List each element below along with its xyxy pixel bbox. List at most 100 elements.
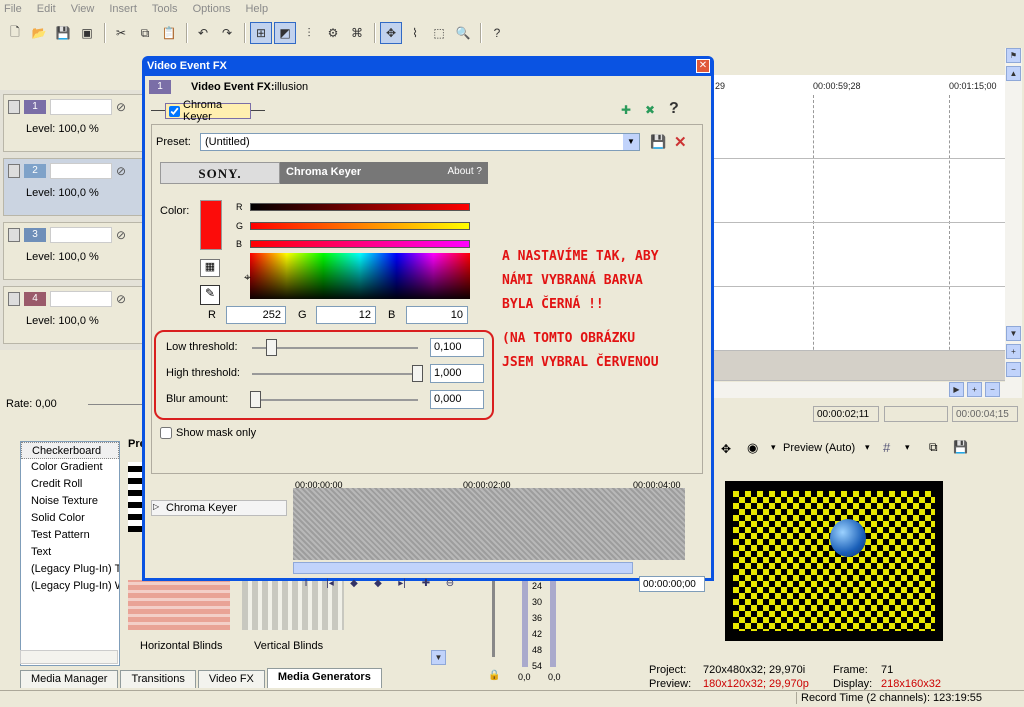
rate-slider[interactable] [88, 404, 148, 405]
preset-dropdown[interactable]: (Untitled) ▼ [200, 133, 640, 151]
track-lane[interactable] [713, 223, 1007, 287]
last-keyframe-icon[interactable]: ▸| [391, 578, 413, 592]
close-icon[interactable]: ✕ [696, 59, 710, 73]
remove-plugin-icon[interactable]: ✖ [645, 103, 655, 117]
cut-icon[interactable]: ✂ [110, 22, 132, 44]
zoom-in-horizontal-icon[interactable]: + [967, 382, 982, 397]
zoom-out-icon[interactable]: − [1006, 362, 1021, 377]
split-screen-icon[interactable]: ✥ [721, 442, 731, 456]
save-preset-icon[interactable]: 💾 [650, 134, 666, 150]
list-item[interactable]: Text [21, 544, 119, 561]
green-channel-slider[interactable] [250, 222, 470, 230]
mute-icon[interactable]: ⊘ [116, 292, 126, 306]
color-palette-icon[interactable]: ▦ [200, 259, 220, 277]
track-name-field[interactable] [50, 227, 112, 243]
envelope-tool-icon[interactable]: ⌇ [404, 22, 426, 44]
plugin-chain-icon[interactable]: ✚ [621, 103, 631, 117]
auto-crossfade-icon[interactable]: ◩ [274, 22, 296, 44]
track-expand-icon[interactable] [8, 292, 20, 306]
lock-icon[interactable]: 🔒 [488, 670, 500, 681]
menu-edit[interactable]: Edit [37, 3, 56, 15]
generator-list[interactable]: Checkerboard Color Gradient Credit Roll … [20, 441, 120, 666]
whats-this-help-icon[interactable]: ? [486, 22, 508, 44]
track-header[interactable]: 1 ⊘ Level: 100,0 % [3, 94, 143, 152]
tab-media-manager[interactable]: Media Manager [20, 670, 119, 688]
save-as-icon[interactable]: ▣ [76, 22, 98, 44]
low-threshold-field[interactable]: 0,100 [430, 338, 484, 357]
mute-icon[interactable]: ⊘ [116, 100, 126, 114]
keyframe-lane[interactable] [293, 488, 685, 560]
overlays-icon[interactable]: ◉ [747, 440, 758, 456]
tab-media-generators[interactable]: Media Generators [266, 668, 382, 688]
vertical-scrollbar[interactable]: ⚑ ▲ ▼ + − [1005, 48, 1022, 398]
redo-icon[interactable]: ↷ [216, 22, 238, 44]
show-mask-checkbox[interactable] [160, 427, 172, 439]
sync-cursor-icon[interactable]: I [295, 578, 317, 592]
delete-keyframe-icon[interactable]: ⊖ [439, 578, 461, 592]
about-link[interactable]: About ? [448, 166, 482, 180]
add-keyframe-icon[interactable]: ✚ [415, 578, 437, 592]
track-header[interactable]: 2 ⊘ Level: 100,0 % [3, 158, 143, 216]
mute-icon[interactable]: ⊘ [116, 164, 126, 178]
list-item[interactable]: Credit Roll [21, 476, 119, 493]
keyframe-scrollbar[interactable] [293, 562, 633, 574]
enable-snapping-icon[interactable]: ⊞ [250, 22, 272, 44]
list-item[interactable]: Solid Color [21, 510, 119, 527]
zoom-tool-icon[interactable]: 🔍 [452, 22, 474, 44]
menu-tools[interactable]: Tools [152, 3, 178, 15]
preview-quality-dropdown[interactable]: Preview (Auto) [783, 442, 855, 454]
chain-item-chroma-keyer[interactable]: Chroma Keyer [165, 99, 251, 123]
delete-preset-icon[interactable]: ✕ [674, 133, 687, 151]
open-icon[interactable]: 📂 [28, 22, 50, 44]
scroll-right-button[interactable]: ▶ [949, 382, 964, 397]
green-value-field[interactable]: 12 [316, 306, 376, 324]
mute-icon[interactable]: ⊘ [116, 228, 126, 242]
normal-edit-tool-icon[interactable]: ✥ [380, 22, 402, 44]
undo-icon[interactable]: ↶ [192, 22, 214, 44]
track-expand-icon[interactable] [8, 228, 20, 242]
track-header[interactable]: 3 ⊘ Level: 100,0 % [3, 222, 143, 280]
chevron-down-icon[interactable]: ▼ [623, 134, 639, 150]
fx-enable-checkbox[interactable] [169, 105, 180, 117]
track-name-field[interactable] [50, 291, 112, 307]
low-threshold-slider[interactable] [266, 339, 277, 356]
keyframe-timecode[interactable]: 00:00:00;00 [639, 576, 705, 592]
track-expand-icon[interactable] [8, 164, 20, 178]
save-icon[interactable]: 💾 [52, 22, 74, 44]
keyframe-track-label[interactable]: Chroma Keyer [151, 500, 287, 516]
tab-video-fx[interactable]: Video FX [197, 670, 265, 688]
track-name-field[interactable] [50, 99, 112, 115]
horizontal-blinds-thumbnail[interactable] [128, 580, 230, 630]
track-lane[interactable] [713, 159, 1007, 223]
zoom-out-horizontal-icon[interactable]: − [985, 382, 1000, 397]
menu-file[interactable]: File [4, 3, 22, 15]
timeline-area[interactable]: 29 00:00:59;28 00:01:15;00 [713, 75, 1007, 381]
chevron-down-icon[interactable]: ▾ [905, 442, 910, 453]
horizontal-scrollbar[interactable]: ▶ + − [713, 382, 1005, 398]
menu-help[interactable]: Help [245, 3, 268, 15]
blue-channel-slider[interactable] [250, 240, 470, 248]
track-expand-icon[interactable] [8, 100, 20, 114]
scroll-down-button[interactable]: ▼ [431, 650, 446, 665]
lock-envelopes-icon[interactable]: ⚙ [322, 22, 344, 44]
selection-tool-icon[interactable]: ⬚ [428, 22, 450, 44]
track-name-field[interactable] [50, 163, 112, 179]
prev-keyframe-icon[interactable]: ◆ [343, 578, 365, 592]
grid-icon[interactable]: # [883, 440, 890, 455]
color-spectrum-picker[interactable] [250, 253, 470, 299]
save-snapshot-icon[interactable]: 💾 [953, 440, 968, 454]
red-value-field[interactable]: 252 [226, 306, 286, 324]
ignore-grouping-icon[interactable]: ⌘ [346, 22, 368, 44]
next-keyframe-icon[interactable]: ◆ [367, 578, 389, 592]
list-horizontal-scrollbar[interactable] [20, 650, 118, 664]
list-item[interactable]: (Legacy Plug-In) W [21, 578, 119, 595]
paste-icon[interactable]: 📋 [158, 22, 180, 44]
new-icon[interactable]: 🗋 [4, 22, 26, 44]
high-threshold-field[interactable]: 1,000 [430, 364, 484, 383]
high-threshold-slider[interactable] [412, 365, 423, 382]
blue-value-field[interactable]: 10 [406, 306, 468, 324]
key-color-swatch[interactable] [200, 200, 222, 250]
list-item[interactable]: Color Gradient [21, 459, 119, 476]
red-channel-slider[interactable] [250, 203, 470, 211]
list-item[interactable]: Noise Texture [21, 493, 119, 510]
